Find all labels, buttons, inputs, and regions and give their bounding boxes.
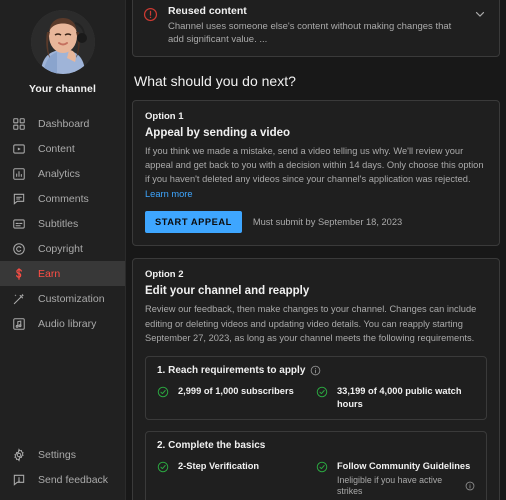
- learn-more-link[interactable]: Learn more: [145, 189, 193, 199]
- requirement-1-title: 1. Reach requirements to apply: [157, 365, 475, 376]
- avatar-image: [30, 10, 95, 74]
- info-icon[interactable]: [465, 481, 475, 491]
- option-1-description-text: If you think we made a mistake, send a v…: [145, 145, 484, 185]
- sidebar-item-send-feedback[interactable]: Send feedback: [0, 467, 125, 492]
- sidebar: Your channel Dashboard Content Analytics…: [0, 0, 126, 500]
- page-title: What should you do next?: [134, 72, 296, 89]
- requirement-item-sub: Ineligible if you have active strikes: [337, 475, 475, 498]
- requirement-item: 33,199 of 4,000 public watch hours: [316, 385, 475, 409]
- content-icon: [10, 140, 27, 157]
- requirement-2-items: 2-Step Verification Follow Community Gui…: [157, 460, 475, 498]
- option-1-title: Appeal by sending a video: [145, 126, 291, 139]
- customization-wand-icon: [10, 290, 27, 307]
- earn-dollar-icon: [10, 265, 27, 282]
- option-1-card: Option 1 Appeal by sending a video If yo…: [132, 99, 500, 247]
- sidebar-item-label: Content: [38, 142, 75, 155]
- sidebar-item-audio-library[interactable]: Audio library: [0, 311, 125, 336]
- appeal-deadline-note: Must submit by September 18, 2023: [252, 217, 403, 228]
- sidebar-item-label: Settings: [38, 448, 76, 461]
- sidebar-item-label: Customization: [38, 292, 105, 305]
- sidebar-item-subtitles[interactable]: Subtitles: [0, 211, 125, 236]
- notice-body: Reused content Channel uses someone else…: [168, 0, 467, 47]
- subtitles-icon: [10, 215, 27, 232]
- requirement-2-title-text: 2. Complete the basics: [157, 439, 266, 451]
- sidebar-item-label: Audio library: [38, 317, 97, 330]
- sidebar-item-copyright[interactable]: Copyright: [0, 236, 125, 261]
- sidebar-nav: Dashboard Content Analytics Comments Sub…: [0, 111, 125, 336]
- reused-content-notice[interactable]: Reused content Channel uses someone else…: [132, 0, 500, 57]
- sidebar-item-dashboard[interactable]: Dashboard: [0, 111, 125, 136]
- requirement-2-title: 2. Complete the basics: [157, 440, 475, 451]
- sidebar-item-label: Dashboard: [38, 117, 90, 130]
- youtube-studio-window: Your channel Dashboard Content Analytics…: [0, 0, 506, 500]
- appeal-action-row: START APPEAL Must submit by September 18…: [145, 211, 487, 234]
- analytics-icon: [10, 165, 27, 182]
- requirement-1-title-text: 1. Reach requirements to apply: [157, 365, 306, 377]
- check-circle-icon: [316, 385, 329, 403]
- option-1-description: If you think we made a mistake, send a v…: [145, 144, 487, 202]
- notice-description: Channel uses someone else's content with…: [168, 21, 452, 45]
- feedback-icon: [10, 471, 27, 488]
- check-circle-icon: [316, 460, 329, 478]
- sidebar-item-customization[interactable]: Customization: [0, 286, 125, 311]
- sidebar-item-label: Earn: [38, 267, 61, 280]
- requirement-item-text: 33,199 of 4,000 public watch hours: [337, 386, 462, 409]
- check-circle-icon: [157, 385, 170, 403]
- requirement-item: 2-Step Verification: [157, 460, 316, 498]
- requirement-item: Follow Community Guidelines Ineligible i…: [316, 460, 475, 498]
- sidebar-item-content[interactable]: Content: [0, 136, 125, 161]
- sidebar-item-label: Comments: [38, 192, 89, 205]
- requirement-item-text: 2-Step Verification: [178, 460, 260, 471]
- chevron-down-icon[interactable]: [473, 7, 489, 26]
- sidebar-item-label: Send feedback: [38, 473, 109, 486]
- sidebar-item-settings[interactable]: Settings: [0, 442, 125, 467]
- info-icon[interactable]: [310, 365, 321, 376]
- requirement-item-text: Follow Community Guidelines Ineligible i…: [337, 460, 475, 498]
- requirement-item-sub-text: Ineligible if you have active strikes: [337, 474, 443, 497]
- warning-circle-icon: [143, 7, 159, 27]
- copyright-icon: [10, 240, 27, 257]
- requirement-item-text: 2,999 of 1,000 subscribers: [178, 386, 294, 397]
- option-2-title: Edit your channel and reapply: [145, 285, 310, 298]
- sidebar-item-analytics[interactable]: Analytics: [0, 161, 125, 186]
- option-1-label: Option 1: [145, 110, 184, 122]
- comments-icon: [10, 190, 27, 207]
- requirement-item: 2,999 of 1,000 subscribers: [157, 385, 316, 409]
- notice-title: Reused content: [168, 5, 247, 17]
- check-circle-icon: [157, 460, 170, 478]
- requirement-item-label: Follow Community Guidelines: [337, 460, 471, 471]
- requirement-1-items: 2,999 of 1,000 subscribers 33,199 of 4,0…: [157, 385, 475, 409]
- option-2-description: Review our feedback, then make changes t…: [145, 304, 477, 344]
- avatar[interactable]: [30, 10, 95, 74]
- main-inner: Reused content Channel uses someone else…: [126, 0, 506, 500]
- option-2-label: Option 2: [145, 269, 184, 281]
- sidebar-bottom-nav: Settings Send feedback: [0, 442, 125, 500]
- audio-library-icon: [10, 315, 27, 332]
- dashboard-icon: [10, 115, 27, 132]
- requirement-2-card: 2. Complete the basics 2-Step Verificati…: [145, 430, 487, 500]
- sidebar-item-label: Analytics: [38, 167, 81, 180]
- option-2-card: Option 2 Edit your channel and reapply R…: [132, 258, 500, 500]
- gear-icon: [10, 446, 27, 463]
- sidebar-item-comments[interactable]: Comments: [0, 186, 125, 211]
- requirement-1-card: 1. Reach requirements to apply 2,999 of …: [145, 356, 487, 420]
- sidebar-item-label: Copyright: [38, 242, 83, 255]
- sidebar-item-earn[interactable]: Earn: [0, 261, 125, 286]
- start-appeal-button[interactable]: START APPEAL: [145, 211, 242, 234]
- channel-name: Your channel: [29, 83, 96, 95]
- main-content: Reused content Channel uses someone else…: [126, 0, 506, 500]
- channel-block[interactable]: Your channel: [0, 0, 125, 105]
- sidebar-item-label: Subtitles: [38, 217, 79, 230]
